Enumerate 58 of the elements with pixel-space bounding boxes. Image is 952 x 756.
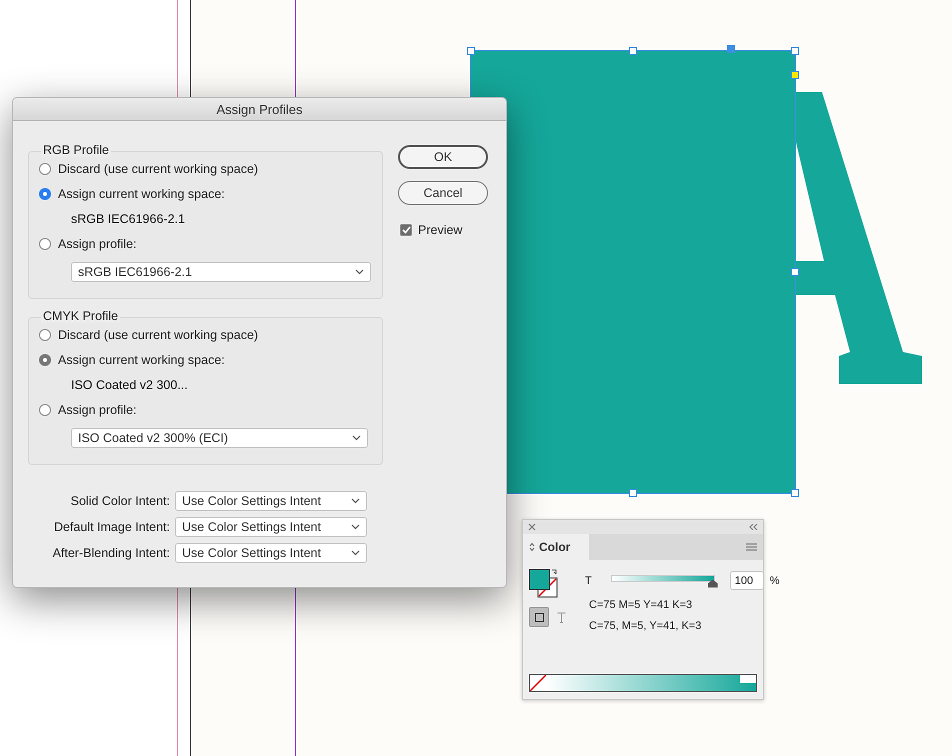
radio-button[interactable] — [39, 238, 51, 250]
selection-handle[interactable] — [467, 47, 475, 55]
selection-handle[interactable] — [791, 489, 799, 497]
none-swatch-icon[interactable] — [530, 675, 546, 691]
text-format-icon[interactable] — [557, 612, 566, 622]
fill-stroke-swatch-icon[interactable] — [529, 569, 559, 599]
dialog-title: Assign Profiles — [216, 102, 302, 116]
intent-label: Solid Color Intent: — [70, 494, 170, 508]
intent-dropdown[interactable]: Use Color Settings Intent — [175, 543, 367, 563]
collapse-icon[interactable] — [749, 524, 758, 530]
profile-name: ISO Coated v2 300... — [71, 378, 189, 392]
chevron-icon — [351, 524, 360, 530]
radio-label: Assign profile: — [58, 403, 137, 417]
chevron-icon — [351, 550, 360, 556]
group-legend: CMYK Profile — [41, 309, 120, 323]
checkbox-label: Preview — [418, 223, 462, 237]
corner-handle[interactable] — [791, 71, 799, 79]
radio-button[interactable] — [39, 354, 51, 366]
intent-dropdown[interactable]: Use Color Settings Intent — [175, 517, 367, 537]
radio-label: Assign profile: — [58, 237, 137, 251]
menu-icon[interactable] — [746, 543, 757, 551]
selection-handle[interactable] — [791, 268, 799, 276]
chevron-icon — [351, 498, 360, 504]
radio-button[interactable] — [39, 163, 51, 175]
radio-label: Discard (use current working space) — [58, 162, 258, 176]
stroke-toggle-button[interactable] — [529, 607, 549, 627]
percent-label: % — [770, 574, 780, 586]
profile-name: sRGB IEC61966-2.1 — [71, 212, 186, 226]
tint-input[interactable]: 100 — [730, 571, 764, 590]
chevron-icon — [352, 435, 361, 441]
color-values: C=75 M=5 Y=41 K=3 — [588, 599, 694, 611]
profile-dropdown[interactable]: ISO Coated v2 300% (ECI) — [71, 428, 368, 448]
updown-icon — [529, 542, 535, 552]
color-ramp[interactable] — [529, 674, 757, 692]
ok-button[interactable]: OK — [398, 145, 488, 169]
square-icon — [534, 612, 544, 622]
cancel-button[interactable]: Cancel — [398, 181, 488, 205]
radio-button[interactable] — [39, 329, 51, 341]
panel-tab[interactable]: Color — [523, 534, 589, 560]
radio-button[interactable] — [39, 404, 51, 416]
intent-label: After-Blending Intent: — [52, 546, 170, 560]
selection-handle[interactable] — [791, 47, 799, 55]
radio-button[interactable] — [39, 188, 51, 200]
tint-label: T — [585, 574, 592, 586]
radio-label: Discard (use current working space) — [58, 328, 258, 342]
chevron-icon — [355, 269, 364, 275]
intent-label: Default Image Intent: — [52, 520, 170, 534]
close-icon[interactable] — [528, 523, 536, 531]
profile-dropdown[interactable]: sRGB IEC61966-2.1 — [71, 262, 371, 282]
selection-handle[interactable] — [727, 45, 735, 53]
radio-label: Assign current working space: — [58, 187, 225, 201]
selection-handle[interactable] — [629, 47, 637, 55]
preview-checkbox[interactable] — [400, 224, 412, 236]
radio-label: Assign current working space: — [58, 353, 225, 367]
selection-handle[interactable] — [629, 489, 637, 497]
intent-dropdown[interactable]: Use Color Settings Intent — [175, 491, 367, 511]
color-values: C=75, M=5, Y=41, K=3 — [588, 620, 702, 632]
group-legend: RGB Profile — [41, 143, 111, 157]
